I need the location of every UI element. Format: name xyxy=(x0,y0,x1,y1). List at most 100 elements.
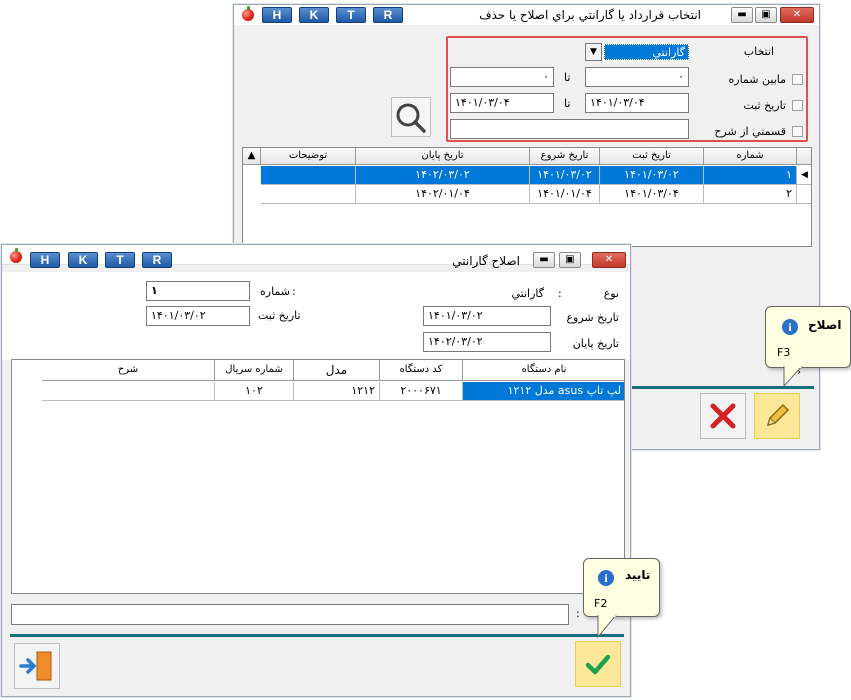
start-date-field[interactable]: ۱۴۰۱/۰۳/۰۲ xyxy=(423,306,551,326)
confirm-tooltip: i تاييد F2 xyxy=(583,558,660,617)
start-date-label: تاريخ شروع xyxy=(566,311,619,324)
reg-date-label: تاريخ ثبت xyxy=(258,309,301,322)
exit-door-icon xyxy=(19,651,52,681)
hotkey-h-button[interactable]: H xyxy=(262,7,292,23)
table-cell xyxy=(261,166,356,185)
close-button[interactable]: ✕ xyxy=(592,252,626,268)
number-colon: : xyxy=(292,285,296,298)
items-table: شرح شماره سريال مدل کد دستگاه نام دستگاه… xyxy=(11,359,625,594)
delete-x-icon xyxy=(710,403,736,429)
hotkey-t-button[interactable]: T xyxy=(336,7,366,23)
end-date-label: تاريخ پايان xyxy=(572,337,619,350)
desc-part-field[interactable] xyxy=(450,119,689,139)
tooltip-tail xyxy=(597,615,617,639)
col-reg-date[interactable]: تاريخ ثبت xyxy=(600,148,704,165)
reg-date-field[interactable]: ۱۴۰۱/۰۳/۰۲ xyxy=(146,306,250,326)
table-cell: ۱ xyxy=(704,166,797,185)
edit-guarantee-window: H K T R اصلاح گارانتي ▬ ▣ ✕ نوع : گارانت… xyxy=(1,244,631,697)
hotkey-k-button[interactable]: K xyxy=(68,252,98,268)
row-pointer-icon: ◀ xyxy=(797,166,811,185)
info-icon: i xyxy=(598,570,614,586)
range-number-checkbox[interactable] xyxy=(792,74,803,85)
col-serial[interactable]: شماره سريال xyxy=(215,360,294,381)
window-title: انتخاب قرارداد يا گارانتي براي اصلاح يا … xyxy=(479,8,701,22)
table-cell: ۲ xyxy=(704,185,797,204)
type-label: نوع xyxy=(603,287,619,300)
hotkey-r-button[interactable]: R xyxy=(142,252,172,268)
to-label-2: تا xyxy=(564,97,571,110)
date-label: تاريخ ثبت xyxy=(743,99,786,112)
pencil-icon xyxy=(766,403,790,427)
info-icon: i xyxy=(782,319,798,335)
table-cell: ۱۴۰۲/۰۱/۰۴ xyxy=(356,185,530,204)
divider xyxy=(10,634,624,637)
app-ball-icon xyxy=(242,6,254,21)
app-ball-icon xyxy=(10,248,22,263)
end-date-field[interactable]: ۱۴۰۲/۰۳/۰۲ xyxy=(423,332,551,352)
hotkey-k-button[interactable]: K xyxy=(299,7,329,23)
col-device-code[interactable]: کد دستگاه xyxy=(380,360,463,381)
tooltip-tail xyxy=(783,366,803,388)
edit-button[interactable] xyxy=(754,393,800,439)
contracts-table: ▲ توضيحات تاريخ پايان تاريخ شروع تاريخ ث… xyxy=(242,147,812,247)
col-device-name[interactable]: نام دستگاه xyxy=(463,360,624,381)
select-type-dropdown[interactable]: ▼ گارانتي xyxy=(585,43,689,61)
hotkey-r-button[interactable]: R xyxy=(373,7,403,23)
number-label: شماره xyxy=(260,285,291,298)
row-indicator xyxy=(797,185,811,204)
delete-button[interactable] xyxy=(700,393,746,439)
col-desc[interactable]: توضيحات xyxy=(261,148,356,165)
type-value: گارانتي xyxy=(511,287,544,300)
table-cell: ۱۴۰۱/۰۱/۰۴ xyxy=(530,185,600,204)
col-model[interactable]: مدل xyxy=(294,360,380,381)
table-cell: ۱۲۱۲ xyxy=(294,382,380,401)
col-desc[interactable]: شرح xyxy=(42,360,215,381)
from-date-field[interactable]: ۱۴۰۱/۰۳/۰۴ xyxy=(585,93,689,113)
chevron-down-icon[interactable]: ▼ xyxy=(585,43,602,61)
maximize-button[interactable]: ▣ xyxy=(755,7,777,23)
date-checkbox[interactable] xyxy=(792,100,803,111)
maximize-button[interactable]: ▣ xyxy=(559,252,581,268)
table-corner: ▲ xyxy=(243,148,261,165)
table-cell: ۱۴۰۲/۰۳/۰۲ xyxy=(356,166,530,185)
tooltip-shortcut: F2 xyxy=(594,597,608,610)
minimize-button[interactable]: ▬ xyxy=(533,252,555,268)
table-cell[interactable]: لپ تاپ asus مدل ۱۲۱۲ xyxy=(463,382,624,401)
window-title: اصلاح گارانتي xyxy=(452,254,520,268)
bottom-desc-field[interactable] xyxy=(11,604,569,625)
to-date-field[interactable]: ۱۴۰۱/۰۳/۰۴ xyxy=(450,93,554,113)
table-cell xyxy=(42,382,215,401)
minimize-button[interactable]: ▬ xyxy=(731,7,753,23)
table-cell xyxy=(261,185,356,204)
exit-button[interactable] xyxy=(14,643,60,689)
col-start-date[interactable]: تاريخ شروع xyxy=(530,148,600,165)
hotkey-h-button[interactable]: H xyxy=(30,252,60,268)
select-label: انتخاب xyxy=(743,45,774,58)
title-bar: H K T R اصلاح گارانتي ▬ ▣ ✕ xyxy=(2,245,630,268)
col-number[interactable]: شماره xyxy=(704,148,797,165)
search-icon xyxy=(396,103,426,133)
checkmark-icon xyxy=(585,654,611,675)
col-end-date[interactable]: تاريخ پايان xyxy=(356,148,530,165)
title-bar: H K T R انتخاب قرارداد يا گارانتي براي ا… xyxy=(234,5,819,25)
desc-part-checkbox[interactable] xyxy=(792,126,803,137)
bottom-colon: : xyxy=(576,607,580,620)
close-button[interactable]: ✕ xyxy=(780,7,814,23)
confirm-button[interactable] xyxy=(575,641,621,687)
to-number-field[interactable]: ۰ xyxy=(450,67,554,87)
tooltip-title: اصلاح xyxy=(808,318,842,332)
table-cell: ۲۰۰۰۶۷۱ xyxy=(380,382,463,401)
number-field[interactable]: ۱ xyxy=(146,281,250,301)
table-header-spacer xyxy=(12,360,42,382)
from-number-field[interactable]: ۰ xyxy=(585,67,689,87)
tooltip-title: تاييد xyxy=(625,568,651,582)
hotkey-t-button[interactable]: T xyxy=(105,252,135,268)
type-colon: : xyxy=(558,287,562,300)
search-button[interactable] xyxy=(391,97,431,137)
to-label-1: تا xyxy=(564,71,571,84)
row-indicator-header xyxy=(797,148,811,165)
select-value: گارانتي xyxy=(604,44,689,60)
table-cell: ۱۴۰۱/۰۳/۰۴ xyxy=(600,185,704,204)
desc-part-label: قسمتي از شرح xyxy=(714,125,786,138)
table-cell: ۱۰۲ xyxy=(215,382,294,401)
